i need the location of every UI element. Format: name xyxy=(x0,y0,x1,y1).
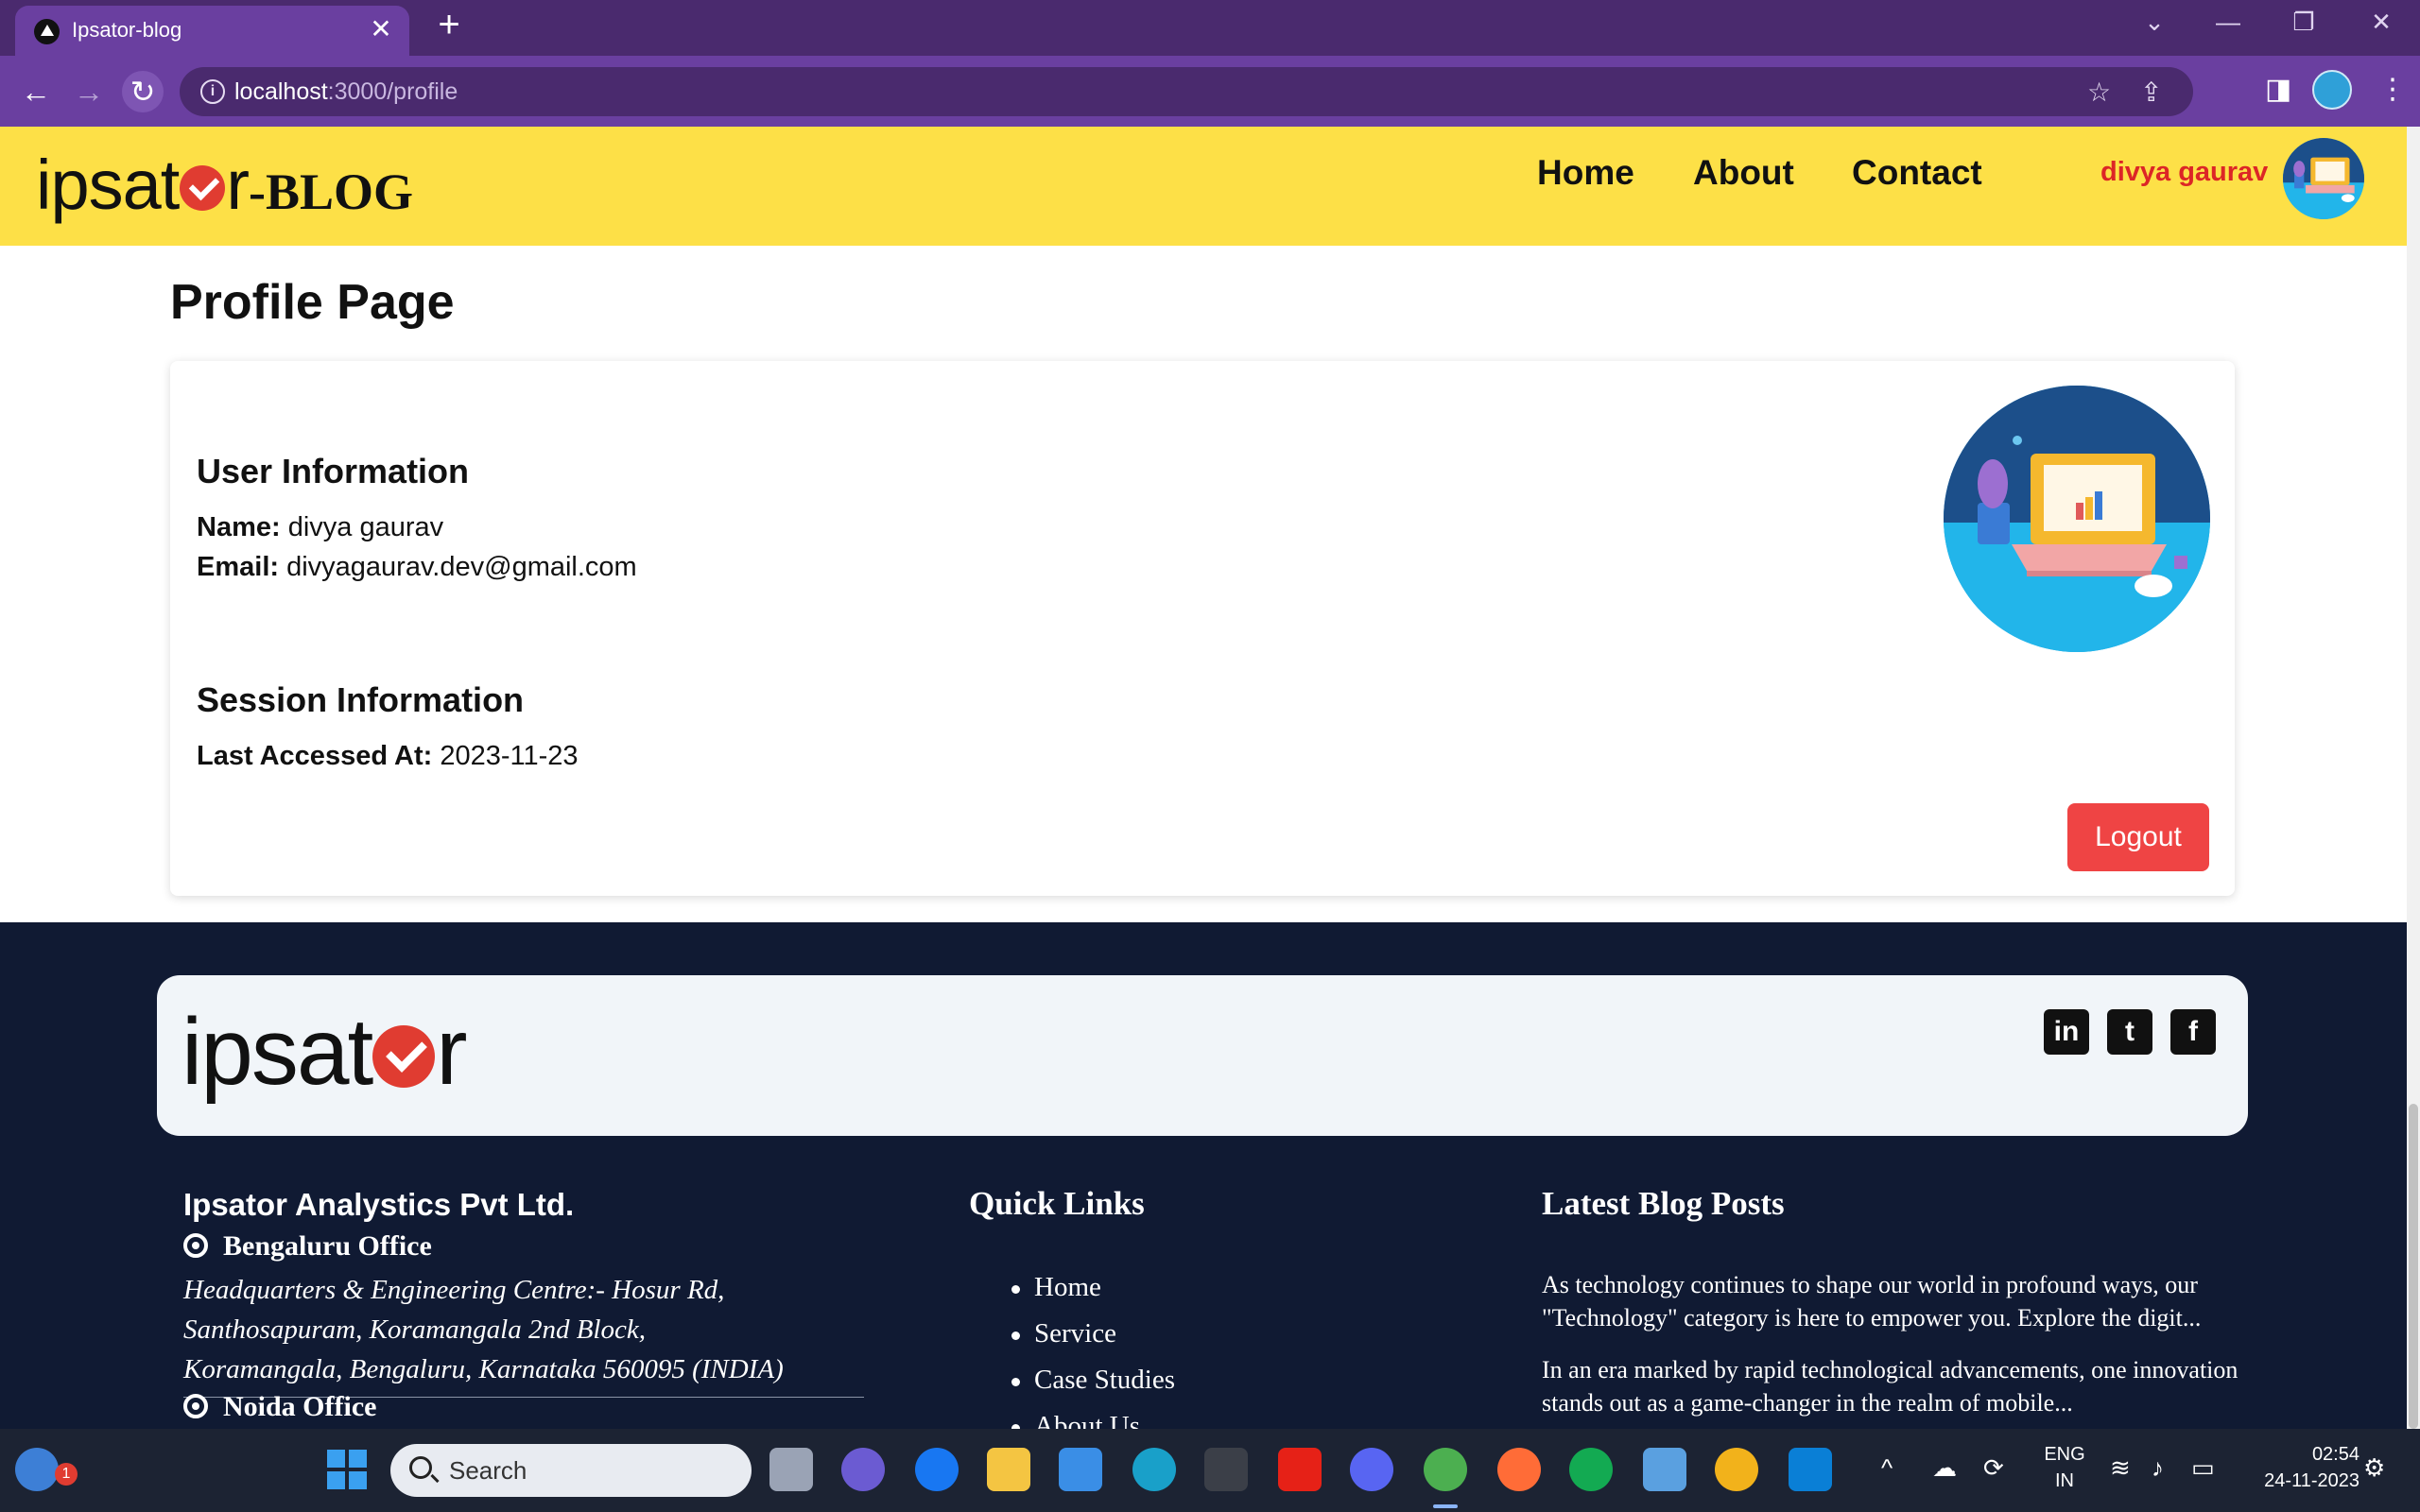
edge-browser-icon[interactable] xyxy=(1132,1448,1176,1491)
ipsator-footer-logo[interactable]: ipsat r xyxy=(182,1000,468,1104)
header-user-name[interactable]: divya gaurav xyxy=(2100,157,2268,188)
taskbar-search-label: Search xyxy=(449,1456,527,1485)
footer-company-name: Ipsator Analystics Pvt Ltd. xyxy=(183,1187,575,1222)
last-accessed-field: Last Accessed At: 2023-11-23 xyxy=(197,741,579,771)
check-circle-icon xyxy=(372,1025,436,1088)
site-info-icon[interactable]: i xyxy=(200,79,225,104)
quick-link-case-studies[interactable]: Case Studies xyxy=(1002,1365,1175,1411)
chrome-active-indicator xyxy=(1433,1504,1458,1508)
latest-post-1[interactable]: As technology continues to shape our wor… xyxy=(1542,1268,2260,1334)
weather-widget-icon[interactable]: 1 xyxy=(15,1448,78,1491)
sync-icon[interactable]: ⟳ xyxy=(1983,1453,2004,1483)
email-value: divyagaurav.dev@gmail.com xyxy=(286,552,637,582)
tab-title: Ipsator-blog xyxy=(72,18,182,42)
url-text: localhost:3000/profile xyxy=(234,78,458,105)
new-tab-plus-icon[interactable]: + xyxy=(430,4,468,46)
page-scrollbar-thumb[interactable] xyxy=(2409,1104,2418,1429)
user-info-heading: User Information xyxy=(197,452,470,490)
search-icon xyxy=(409,1456,432,1479)
mongodb-compass-icon[interactable] xyxy=(1569,1448,1613,1491)
browser-tab[interactable]: Ipsator-blog ✕ xyxy=(15,6,409,56)
quick-links-heading: Quick Links xyxy=(969,1185,1145,1222)
tab-close-icon[interactable]: ✕ xyxy=(366,13,396,44)
forward-arrow-icon[interactable]: → xyxy=(68,71,110,112)
tab-search-chevron-icon[interactable]: ⌄ xyxy=(2131,8,2178,37)
taskbar-search-box[interactable]: Search xyxy=(390,1444,752,1497)
email-field: Email: divyagaurav.dev@gmail.com xyxy=(197,552,637,582)
notepad-icon[interactable] xyxy=(1643,1448,1686,1491)
browser-toolbar: ← → ↻ i localhost:3000/profile ⇪ ☆ ◨ ⋮ xyxy=(0,56,2420,127)
browser-profile-avatar[interactable] xyxy=(2312,70,2352,110)
terminal-icon[interactable] xyxy=(1204,1448,1248,1491)
footer-office-bengaluru: Bengaluru Office xyxy=(183,1230,432,1263)
facebook-icon[interactable]: f xyxy=(2170,1009,2216,1055)
page-title: Profile Page xyxy=(170,275,455,330)
volume-icon[interactable]: ♪ xyxy=(2152,1453,2164,1483)
header-user-avatar[interactable] xyxy=(2283,138,2364,219)
teams-chat-icon[interactable] xyxy=(841,1448,885,1491)
twitter-icon[interactable]: t xyxy=(2107,1009,2152,1055)
logout-button[interactable]: Logout xyxy=(2067,803,2209,871)
windows-start-icon[interactable] xyxy=(327,1450,367,1489)
site-header: ipsat r-BLOG Home About Contact divya gau… xyxy=(0,127,2407,246)
task-view-icon[interactable] xyxy=(769,1448,813,1491)
minimize-icon[interactable]: — xyxy=(2204,8,2252,37)
ipsator-blog-logo[interactable]: ipsat r-BLOG xyxy=(36,147,413,223)
name-value: divya gaurav xyxy=(287,512,444,542)
nav-home-link[interactable]: Home xyxy=(1537,153,1634,193)
nav-about-link[interactable]: About xyxy=(1693,153,1794,193)
language-indicator-bottom[interactable]: IN xyxy=(2042,1470,2087,1492)
latest-post-2[interactable]: In an era marked by rapid technological … xyxy=(1542,1353,2260,1419)
youtube-icon[interactable] xyxy=(1278,1448,1322,1491)
reload-icon[interactable]: ↻ xyxy=(122,71,164,112)
nav-contact-link[interactable]: Contact xyxy=(1852,153,1982,193)
last-accessed-value: 2023-11-23 xyxy=(440,741,579,771)
linkedin-icon[interactable]: in xyxy=(2044,1009,2089,1055)
share-icon[interactable]: ⇪ xyxy=(2140,77,2162,108)
more-menu-icon[interactable]: ⋮ xyxy=(2378,73,2407,106)
taskbar-clock-time[interactable]: 02:54 xyxy=(2240,1444,2360,1466)
latest-posts-heading: Latest Blog Posts xyxy=(1542,1185,1785,1222)
profile-avatar xyxy=(1944,386,2210,652)
session-info-heading: Session Information xyxy=(197,680,525,719)
profile-card: User Information Name: divya gaurav Emai… xyxy=(170,361,2235,896)
wifi-icon[interactable]: ≋ xyxy=(2110,1453,2131,1483)
discord-icon[interactable] xyxy=(1350,1448,1393,1491)
chrome-icon[interactable] xyxy=(1424,1448,1467,1491)
tray-overflow-chevron-icon[interactable]: ^ xyxy=(1881,1453,1893,1483)
footer-office-noida: Noida Office xyxy=(183,1391,376,1423)
vscode-icon[interactable] xyxy=(1789,1448,1832,1491)
postman-icon[interactable] xyxy=(1497,1448,1541,1491)
footer-logo-bar: ipsat r in t f xyxy=(157,975,2248,1136)
close-window-icon[interactable]: ✕ xyxy=(2358,8,2405,37)
quick-link-service[interactable]: Service xyxy=(1002,1318,1175,1365)
taskbar-clock-date[interactable]: 24-11-2023 xyxy=(2240,1470,2360,1492)
restore-icon[interactable]: ❐ xyxy=(2280,8,2327,37)
chrome-profile-icon[interactable] xyxy=(1715,1448,1758,1491)
microsoft-store-icon[interactable] xyxy=(1059,1448,1102,1491)
footer-address-bengaluru: Headquarters & Engineering Centre:- Hosu… xyxy=(183,1270,864,1398)
address-bar[interactable]: i localhost:3000/profile ⇪ ☆ xyxy=(180,67,2193,116)
location-pin-icon xyxy=(183,1394,208,1418)
battery-icon[interactable]: ▭ xyxy=(2191,1453,2215,1483)
weather-badge: 1 xyxy=(55,1463,78,1486)
onedrive-cloud-icon[interactable]: ☁ xyxy=(1932,1453,1957,1483)
check-circle-icon xyxy=(180,165,226,211)
side-panel-icon[interactable]: ◨ xyxy=(2265,73,2291,106)
location-pin-icon xyxy=(183,1233,208,1258)
quick-link-home[interactable]: Home xyxy=(1002,1272,1175,1318)
facebook-app-icon[interactable] xyxy=(915,1448,959,1491)
notification-icon[interactable]: ⚙ xyxy=(2363,1453,2385,1483)
bookmark-star-icon[interactable]: ☆ xyxy=(2087,77,2111,108)
windows-taskbar: 1 Search ^ ☁ ⟳ ENG IN ≋ ♪ ▭ 02:54 24-11-… xyxy=(0,1429,2420,1512)
language-indicator-top[interactable]: ENG xyxy=(2042,1444,2087,1466)
nextjs-favicon-icon xyxy=(34,19,60,44)
name-field: Name: divya gaurav xyxy=(197,512,444,542)
browser-tab-strip: Ipsator-blog ✕ + ⌄ — ❐ ✕ xyxy=(0,0,2420,56)
back-arrow-icon[interactable]: ← xyxy=(15,71,57,112)
file-explorer-icon[interactable] xyxy=(987,1448,1030,1491)
